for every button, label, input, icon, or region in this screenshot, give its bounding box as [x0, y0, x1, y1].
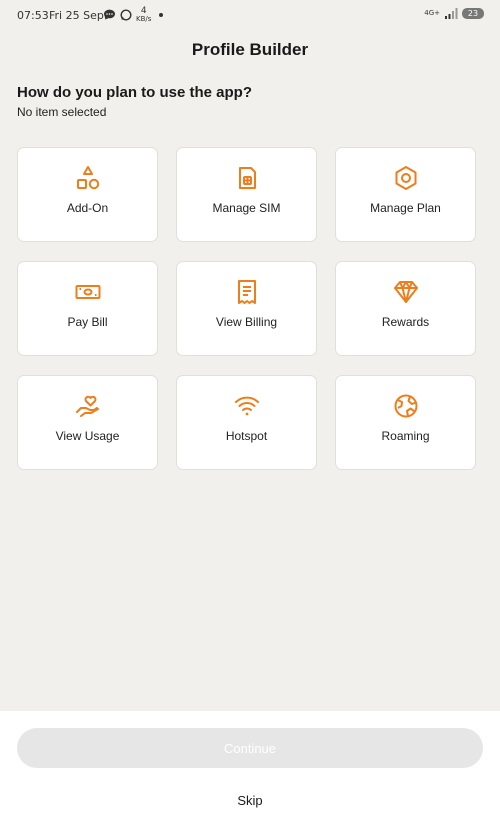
- option-pay-bill[interactable]: Pay Bill: [17, 261, 158, 356]
- status-time: 07:53: [17, 9, 49, 22]
- option-hotspot[interactable]: Hotspot: [176, 375, 317, 470]
- usage-question: How do you plan to use the app?: [17, 84, 252, 101]
- status-bar: 07:53 Fri 25 Sept 4 KB/s 4G+ 23: [0, 0, 500, 30]
- battery-level: 23: [462, 8, 484, 19]
- option-label: Pay Bill: [67, 315, 108, 329]
- whatsapp-icon: [120, 9, 132, 21]
- diamond-icon: [393, 281, 418, 303]
- chat-bubble-icon: [103, 9, 115, 20]
- option-manage-plan[interactable]: Manage Plan: [335, 147, 476, 242]
- option-add-on[interactable]: Add-On: [17, 147, 158, 242]
- option-roaming[interactable]: Roaming: [335, 375, 476, 470]
- option-label: View Usage: [55, 429, 120, 443]
- status-date: Fri 25 Sept: [49, 9, 109, 22]
- network-speed: 4 KB/s: [136, 7, 151, 23]
- system-indicators: 4G+ 23: [424, 8, 484, 19]
- banknote-icon: [75, 285, 100, 299]
- selection-status: No item selected: [17, 105, 107, 119]
- option-manage-sim[interactable]: Manage SIM: [176, 147, 317, 242]
- option-label: Roaming: [381, 429, 430, 443]
- speed-unit: KB/s: [136, 15, 152, 23]
- option-label: Hotspot: [225, 429, 268, 443]
- option-view-usage[interactable]: View Usage: [17, 375, 158, 470]
- hexagon-icon: [395, 166, 416, 190]
- shapes-icon: [76, 166, 99, 190]
- bottom-action-panel: Continue Skip: [0, 711, 500, 838]
- more-notifications-dot: [159, 13, 164, 17]
- skip-button[interactable]: Skip: [0, 793, 500, 808]
- option-label: Manage Plan: [370, 201, 441, 215]
- option-label: View Billing: [215, 315, 278, 329]
- continue-button[interactable]: Continue: [17, 728, 483, 768]
- signal-icon: [445, 8, 458, 19]
- option-label: Add-On: [66, 201, 109, 215]
- notification-icons: 4 KB/s: [103, 7, 164, 23]
- option-rewards[interactable]: Rewards: [335, 261, 476, 356]
- option-view-billing[interactable]: View Billing: [176, 261, 317, 356]
- option-label: Rewards: [381, 315, 430, 329]
- wifi-icon: [234, 396, 259, 416]
- receipt-icon: [237, 280, 256, 304]
- network-type: 4G+: [424, 9, 440, 17]
- page-title: Profile Builder: [191, 40, 309, 59]
- option-label: Manage SIM: [212, 201, 281, 215]
- hand-heart-icon: [75, 395, 99, 417]
- globe-icon: [394, 394, 417, 418]
- sim-card-icon: [238, 167, 256, 189]
- usage-options-grid: Add-On Manage SIM Manage Plan Pay Bill V…: [17, 147, 476, 470]
